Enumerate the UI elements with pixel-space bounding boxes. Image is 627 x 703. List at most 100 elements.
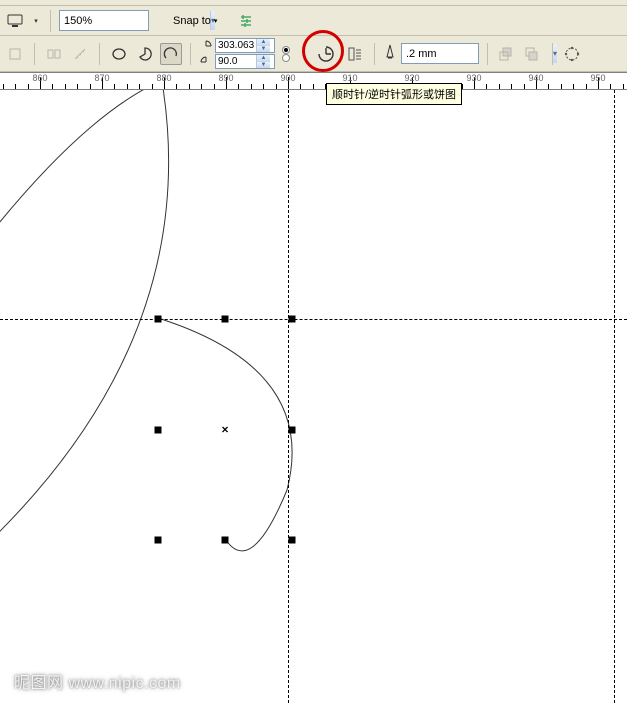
ruler-label: 930 xyxy=(466,73,481,83)
handle-br[interactable] xyxy=(289,537,296,544)
separator xyxy=(374,43,375,65)
measure-button xyxy=(69,43,91,65)
options-icon xyxy=(239,14,253,28)
monitor-icon xyxy=(7,14,23,28)
view-mode-dropdown[interactable]: ▾ xyxy=(30,10,42,32)
handle-mr[interactable] xyxy=(289,427,296,434)
handle-bl[interactable] xyxy=(155,537,162,544)
ruler-tick-minor xyxy=(238,84,239,89)
ruler-tick-minor xyxy=(77,84,78,89)
wrap-text-button[interactable] xyxy=(344,43,366,65)
arc-icon xyxy=(163,46,179,62)
ruler-label: 920 xyxy=(404,73,419,83)
ruler-horizontal[interactable]: 850860870880890900910920930940950 xyxy=(0,72,627,90)
align-icon xyxy=(47,47,61,61)
handle-bc[interactable] xyxy=(222,537,229,544)
snap-to-arrow: ▾ xyxy=(214,17,218,25)
ruler-tick-minor xyxy=(127,84,128,89)
ruler-tick-minor xyxy=(65,84,66,89)
ruler-label: 870 xyxy=(94,73,109,83)
ruler-label: 880 xyxy=(156,73,171,83)
pie-tool[interactable] xyxy=(134,43,156,65)
separator xyxy=(487,43,488,65)
ruler-label: 940 xyxy=(528,73,543,83)
ruler-tick-minor xyxy=(263,84,264,89)
ruler-tick-minor xyxy=(3,84,4,89)
ruler-label: 950 xyxy=(590,73,605,83)
angle-start-icon xyxy=(199,39,213,53)
clockwise-toggle-icon xyxy=(316,44,336,64)
view-mode-button[interactable] xyxy=(4,10,26,32)
ruler-tick-minor xyxy=(189,84,190,89)
guide-horizontal[interactable] xyxy=(0,319,627,320)
align-button xyxy=(43,43,65,65)
ruler-tick-minor xyxy=(214,84,215,89)
snap-to-menu[interactable]: Snap to ▾ xyxy=(173,15,217,27)
handle-tr[interactable] xyxy=(289,316,296,323)
drawing-layer xyxy=(0,90,627,703)
ruler-tick-minor xyxy=(114,84,115,89)
separator xyxy=(34,43,35,65)
guide-vertical-2[interactable] xyxy=(614,90,615,703)
ruler-tick-minor xyxy=(623,84,624,89)
toolbar-standard: ▾ ▾ Snap to ▾ xyxy=(0,6,627,36)
radio-mode-1[interactable] xyxy=(282,46,290,54)
ruler-tick-minor xyxy=(586,84,587,89)
ruler-tick-minor xyxy=(573,84,574,89)
angle-start-spinner[interactable]: ▲▼ xyxy=(215,38,275,53)
to-back-button xyxy=(522,43,544,65)
spin-down[interactable]: ▼ xyxy=(256,46,270,53)
ruler-tick-minor xyxy=(511,84,512,89)
ruler-tick-minor xyxy=(201,84,202,89)
ruler-tick-minor xyxy=(251,84,252,89)
separator xyxy=(552,43,553,65)
snap-to-label: Snap to xyxy=(173,15,211,27)
to-back-icon xyxy=(525,47,541,61)
ruler-label: 910 xyxy=(342,73,357,83)
ruler-tick-minor xyxy=(176,84,177,89)
handle-ml[interactable] xyxy=(155,427,162,434)
canvas[interactable]: × 昵图网 www.nipic.com xyxy=(0,90,627,703)
ruler-tick-minor xyxy=(139,84,140,89)
options-button[interactable] xyxy=(235,10,257,32)
ruler-tick-minor xyxy=(152,84,153,89)
angle-start-input[interactable] xyxy=(216,39,256,52)
handle-tl[interactable] xyxy=(155,316,162,323)
arc-tool[interactable] xyxy=(160,43,182,65)
ruler-label: 890 xyxy=(218,73,233,83)
ruler-tick-minor xyxy=(28,84,29,89)
watermark: 昵图网 www.nipic.com xyxy=(14,669,181,693)
ruler-label: 860 xyxy=(32,73,47,83)
zoom-combo[interactable]: ▾ xyxy=(59,10,149,31)
ruler-tick-minor xyxy=(276,84,277,89)
position-button xyxy=(4,43,26,65)
outline-width-combo[interactable]: ▾ xyxy=(401,43,479,64)
handle-tc[interactable] xyxy=(222,316,229,323)
ruler-tick-minor xyxy=(52,84,53,89)
ruler-label: 900 xyxy=(280,73,295,83)
ruler-tick-minor xyxy=(561,84,562,89)
ruler-tick-minor xyxy=(486,84,487,89)
ellipse-tool[interactable] xyxy=(108,43,130,65)
ruler-tick-minor xyxy=(499,84,500,89)
angle-end-spinner[interactable]: ▲▼ xyxy=(215,54,275,69)
tooltip: 顺时针/逆时针弧形或饼图 xyxy=(326,83,462,105)
spin-down[interactable]: ▼ xyxy=(256,62,270,69)
to-front-icon xyxy=(499,47,515,61)
convert-curves-button[interactable] xyxy=(561,43,583,65)
ruler-tick-minor xyxy=(610,84,611,89)
angle-end-input[interactable] xyxy=(216,55,256,68)
handle-center[interactable]: × xyxy=(222,427,229,434)
outline-pen-icon xyxy=(383,44,397,63)
pie-icon xyxy=(137,46,153,62)
radio-mode-2[interactable] xyxy=(282,54,290,62)
angle-mode-radios xyxy=(282,46,290,62)
guide-vertical-1[interactable] xyxy=(288,90,289,703)
ruler-tick-minor xyxy=(313,84,314,89)
ellipse-icon xyxy=(111,46,127,62)
ruler-tick-minor xyxy=(90,84,91,89)
clockwise-toggle-button[interactable] xyxy=(312,40,340,68)
ruler-tick-minor xyxy=(300,84,301,89)
toolbar-property: ▲▼ ▲▼ ▾ xyxy=(0,36,627,72)
wrap-text-icon xyxy=(347,46,363,62)
